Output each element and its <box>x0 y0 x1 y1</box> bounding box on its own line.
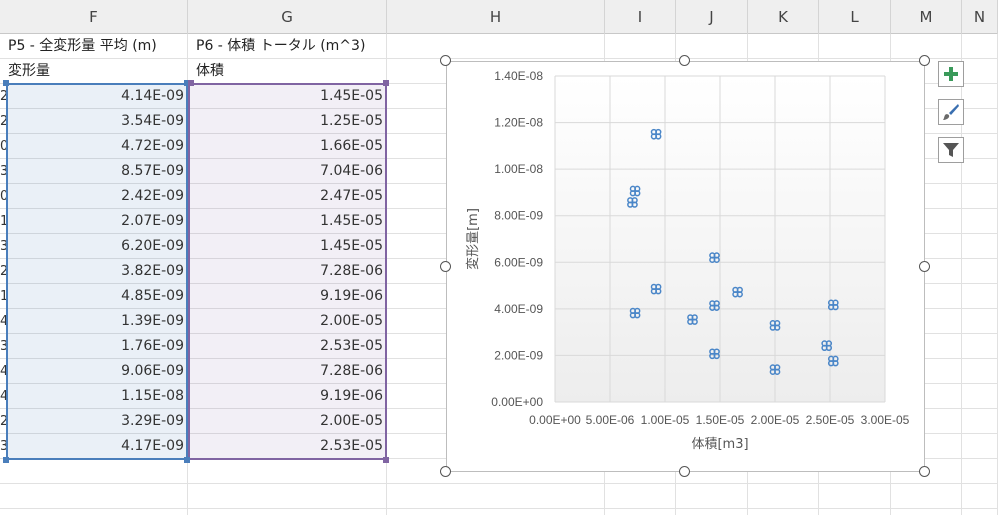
y-tick-label: 6.00E-09 <box>494 255 543 269</box>
cell-volume-value[interactable]: 7.28E-06 <box>188 359 387 384</box>
brush-icon <box>943 104 959 120</box>
cell-volume-value[interactable]: 2.00E-05 <box>188 309 387 334</box>
x-tick-label: 2.00E-05 <box>751 413 800 427</box>
cell-volume-value[interactable]: 7.28E-06 <box>188 259 387 284</box>
y-tick-label: 4.00E-09 <box>494 302 543 316</box>
cell-volume-value[interactable]: 1.45E-05 <box>188 234 387 259</box>
cell-G1[interactable]: P6 - 体積 トータル (m^3) <box>188 34 387 59</box>
x-axis-title: 体積[m3] <box>691 437 748 452</box>
x-tick-label: 1.50E-05 <box>696 413 745 427</box>
cell-volume-value[interactable]: 1.45E-05 <box>188 84 387 109</box>
cell-deformation-value[interactable]: 9.06E-09 <box>6 359 188 384</box>
cell-deformation-value[interactable]: 2.42E-09 <box>6 184 188 209</box>
cell-volume-value[interactable]: 1.45E-05 <box>188 209 387 234</box>
cell-deformation-value[interactable]: 2.07E-09 <box>6 209 188 234</box>
chart-resize-handle[interactable] <box>919 55 930 66</box>
cell-volume-value[interactable]: 2.53E-05 <box>188 334 387 359</box>
y-axis-title: 変形量[m] <box>465 208 481 270</box>
cell-volume-value[interactable]: 7.04E-06 <box>188 159 387 184</box>
chart-canvas: 0.00E+00 5.00E-06 1.00E-05 1.50E-05 2.00E-05… <box>465 69 910 452</box>
column-header-h[interactable]: H <box>387 0 605 34</box>
cell-deformation-value[interactable]: 4.72E-09 <box>6 134 188 159</box>
column-header-f[interactable]: F <box>0 0 188 34</box>
column-header-i[interactable]: I <box>605 0 676 34</box>
cell-deformation-value[interactable]: 3.29E-09 <box>6 409 188 434</box>
cell-volume-value[interactable]: 1.66E-05 <box>188 134 387 159</box>
cell-volume-value[interactable]: 1.25E-05 <box>188 109 387 134</box>
chart-resize-handle[interactable] <box>440 466 451 477</box>
x-tick-label: 3.00E-05 <box>861 413 910 427</box>
row-gridline <box>0 483 998 484</box>
column-header-g[interactable]: G <box>188 0 387 34</box>
chart-resize-handle[interactable] <box>440 55 451 66</box>
y-tick-label: 1.00E-08 <box>494 162 543 176</box>
cell-F2[interactable]: 変形量 <box>0 59 188 84</box>
cell-deformation-value[interactable]: 4.85E-09 <box>6 284 188 309</box>
cell-volume-value[interactable]: 2.53E-05 <box>188 434 387 459</box>
chart-elements-button[interactable] <box>938 61 964 87</box>
y-tick-label: 2.00E-09 <box>494 348 543 362</box>
x-tick-label: 1.00E-05 <box>641 413 690 427</box>
cell-deformation-value[interactable]: 1.39E-09 <box>6 309 188 334</box>
cell-volume-value[interactable]: 9.19E-06 <box>188 284 387 309</box>
chart-resize-handle[interactable] <box>679 55 690 66</box>
cell-deformation-value[interactable]: 6.20E-09 <box>6 234 188 259</box>
cell-deformation-value[interactable]: 3.82E-09 <box>6 259 188 284</box>
y-tick-label: 0.00E+00 <box>491 395 543 409</box>
y-tick-label: 1.40E-08 <box>494 69 543 83</box>
column-header-j[interactable]: J <box>676 0 748 34</box>
cell-G2[interactable]: 体積 <box>188 59 387 84</box>
x-tick-label: 5.00E-06 <box>586 413 635 427</box>
x-tick-label: 2.50E-05 <box>806 413 855 427</box>
chart-resize-handle[interactable] <box>440 261 451 272</box>
y-tick-label: 1.20E-08 <box>494 116 543 130</box>
x-tick-label: 0.00E+00 <box>529 413 581 427</box>
column-header-n[interactable]: N <box>962 0 998 34</box>
cell-deformation-value[interactable]: 3.54E-09 <box>6 109 188 134</box>
cell-volume-value[interactable]: 9.19E-06 <box>188 384 387 409</box>
column-header-bar: FGHIJKLMN <box>0 0 998 34</box>
chart-resize-handle[interactable] <box>919 261 930 272</box>
cell-deformation-value[interactable]: 8.57E-09 <box>6 159 188 184</box>
chart-styles-button[interactable] <box>938 99 964 125</box>
cell-volume-value[interactable]: 2.00E-05 <box>188 409 387 434</box>
chart-filters-button[interactable] <box>938 137 964 163</box>
cell-volume-value[interactable]: 2.47E-05 <box>188 184 387 209</box>
row-gridline <box>0 508 998 509</box>
cell-deformation-value[interactable]: 1.76E-09 <box>6 334 188 359</box>
chart-resize-handle[interactable] <box>679 466 690 477</box>
column-header-k[interactable]: K <box>748 0 819 34</box>
column-header-m[interactable]: M <box>891 0 962 34</box>
cell-deformation-value[interactable]: 4.17E-09 <box>6 434 188 459</box>
cell-F1[interactable]: P5 - 全変形量 平均 (m) <box>0 34 188 59</box>
chart-resize-handle[interactable] <box>919 466 930 477</box>
scatter-chart[interactable]: 0.00E+00 5.00E-06 1.00E-05 1.50E-05 2.00E-05… <box>446 61 925 472</box>
cell-deformation-value[interactable]: 4.14E-09 <box>6 84 188 109</box>
plus-icon <box>944 67 958 81</box>
funnel-icon <box>943 143 959 157</box>
column-header-l[interactable]: L <box>819 0 891 34</box>
cell-deformation-value[interactable]: 1.15E-08 <box>6 384 188 409</box>
y-tick-label: 8.00E-09 <box>494 209 543 223</box>
